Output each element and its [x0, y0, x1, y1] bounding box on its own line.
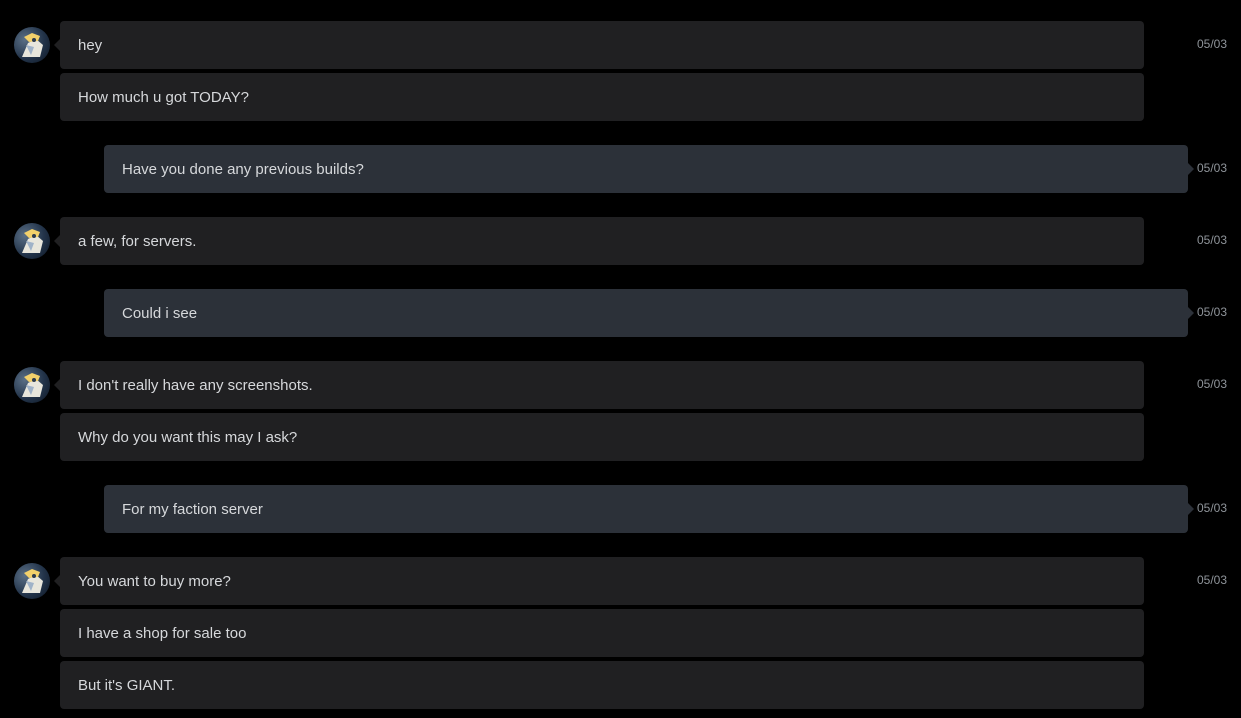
- message-bubble-incoming[interactable]: hey: [54, 21, 1144, 69]
- contact-avatar[interactable]: [14, 223, 50, 259]
- message-text: hey: [78, 36, 103, 54]
- message-text: Have you done any previous builds?: [122, 160, 364, 178]
- message-text: a few, for servers.: [78, 232, 197, 250]
- contact-avatar[interactable]: [14, 367, 50, 403]
- message-bubble-incoming[interactable]: Why do you want this may I ask?: [60, 413, 1144, 461]
- message-bubble-incoming[interactable]: How much u got TODAY?: [60, 73, 1144, 121]
- message-bubble-incoming[interactable]: I have a shop for sale too: [60, 609, 1144, 657]
- user-avatar-icon: [22, 373, 43, 397]
- message-text: Could i see: [122, 304, 198, 322]
- user-avatar-icon: [22, 229, 43, 253]
- message-timestamp: 05/03: [1196, 233, 1227, 247]
- message-bubble-outgoing[interactable]: For my faction server: [104, 485, 1194, 533]
- message-bubble-incoming[interactable]: a few, for servers.: [54, 217, 1144, 265]
- message-bubble-incoming[interactable]: You want to buy more?: [54, 557, 1144, 605]
- message-bubble-outgoing[interactable]: Could i see: [104, 289, 1194, 337]
- message-timestamp: 05/03: [1196, 377, 1227, 391]
- message-text: I don't really have any screenshots.: [78, 376, 313, 394]
- contact-avatar[interactable]: [14, 27, 50, 63]
- contact-avatar[interactable]: [14, 563, 50, 599]
- message-text: But it's GIANT.: [78, 676, 176, 694]
- message-timestamp: 05/03: [1196, 161, 1227, 175]
- message-timestamp: 05/03: [1196, 573, 1227, 587]
- message-timestamp: 05/03: [1196, 37, 1227, 51]
- message-timestamp: 05/03: [1196, 305, 1227, 319]
- message-text: Why do you want this may I ask?: [78, 428, 298, 446]
- message-bubble-incoming[interactable]: But it's GIANT.: [60, 661, 1144, 709]
- message-timestamp: 05/03: [1196, 501, 1227, 515]
- message-text: For my faction server: [122, 500, 263, 518]
- message-bubble-incoming[interactable]: I don't really have any screenshots.: [54, 361, 1144, 409]
- message-text: I have a shop for sale too: [78, 624, 247, 642]
- user-avatar-icon: [22, 569, 43, 593]
- message-text: How much u got TODAY?: [78, 88, 249, 106]
- user-avatar-icon: [22, 33, 43, 57]
- message-text: You want to buy more?: [78, 572, 231, 590]
- message-bubble-outgoing[interactable]: Have you done any previous builds?: [104, 145, 1194, 193]
